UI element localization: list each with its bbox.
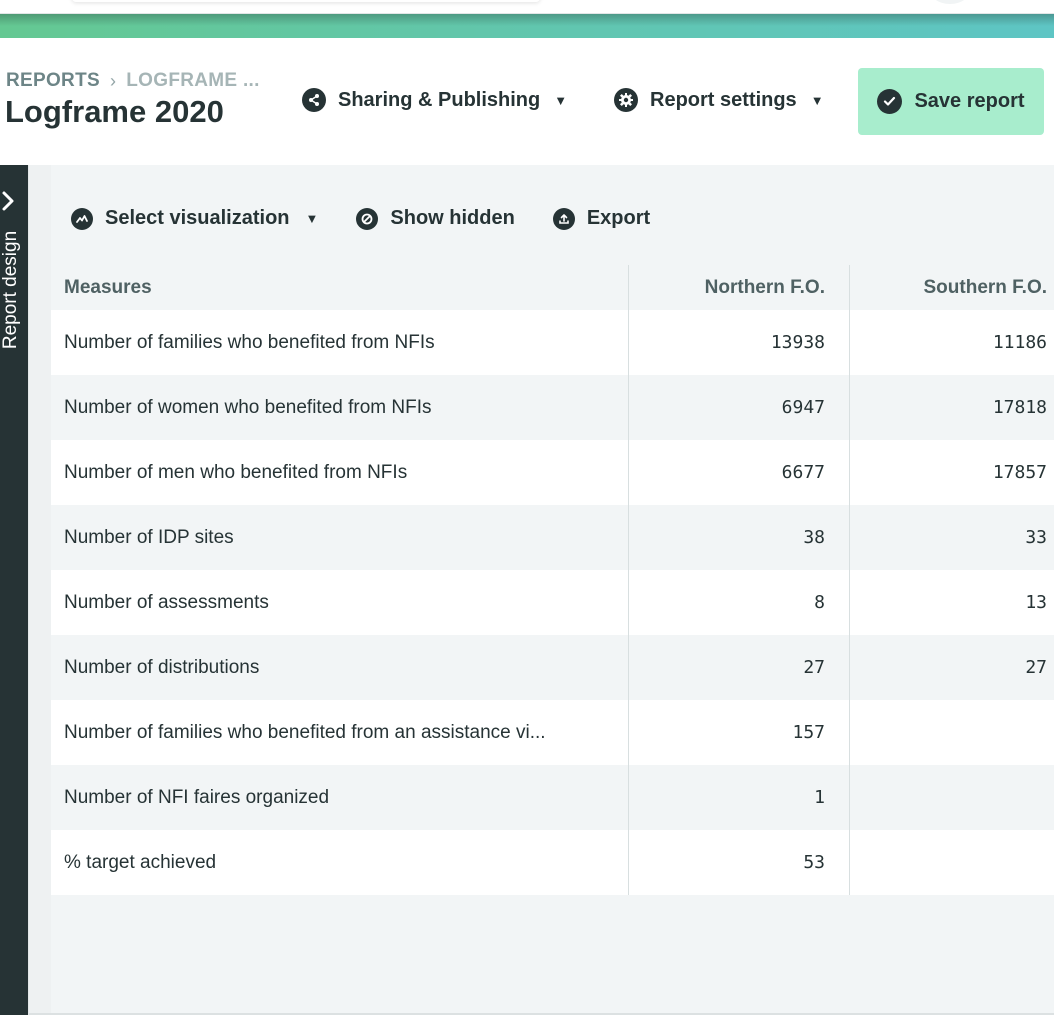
table-row: Number of distributions 27 27 [51, 635, 1054, 700]
northern-value-cell: 8 [628, 570, 849, 635]
southern-value-cell: 17818 [849, 375, 1054, 440]
sharing-publishing-label: Sharing & Publishing [338, 89, 540, 112]
select-visualization-dropdown[interactable]: Select visualization ▼ [71, 207, 318, 230]
report-header: REPORTS › LOGFRAME ... Logframe 2020 Sha… [0, 38, 1054, 165]
hidden-icon [356, 208, 378, 230]
measure-cell: Number of IDP sites [51, 505, 628, 570]
export-button[interactable]: Export [553, 207, 650, 230]
sharing-publishing-dropdown[interactable]: Sharing & Publishing ▼ [302, 88, 567, 112]
northern-value-cell: 157 [628, 700, 849, 765]
measure-cell: Number of distributions [51, 635, 628, 700]
column-header-measures[interactable]: Measures [64, 265, 152, 310]
table-body: Number of families who benefited from NF… [51, 310, 1054, 895]
report-toolbar: Select visualization ▼ Show hidden Expor… [71, 207, 688, 230]
table-row: Number of IDP sites 38 33 [51, 505, 1054, 570]
table-row: % target achieved 53 [51, 830, 1054, 895]
show-hidden-button[interactable]: Show hidden [356, 207, 514, 230]
southern-value-cell [849, 830, 1054, 895]
table-row: Number of assessments 8 13 [51, 570, 1054, 635]
table-row: Number of NFI faires organized 1 [51, 765, 1054, 830]
table-header: Measures Northern F.O. Southern F.O. [51, 265, 1054, 310]
export-icon [553, 208, 575, 230]
breadcrumb-current[interactable]: LOGFRAME ... [126, 70, 259, 92]
export-label: Export [587, 207, 650, 230]
show-hidden-label: Show hidden [390, 207, 514, 230]
northern-value-cell: 53 [628, 830, 849, 895]
chevron-right-icon [0, 189, 20, 213]
measure-cell: Number of men who benefited from NFIs [51, 440, 628, 505]
northern-value-cell: 38 [628, 505, 849, 570]
select-visualization-label: Select visualization [105, 207, 290, 230]
table-row: Number of women who benefited from NFIs … [51, 375, 1054, 440]
southern-value-cell [849, 765, 1054, 830]
measure-cell: % target achieved [51, 830, 628, 895]
user-avatar[interactable] [928, 0, 972, 4]
breadcrumb-reports-link[interactable]: REPORTS [6, 70, 100, 92]
southern-value-cell: 33 [849, 505, 1054, 570]
southern-value-cell: 13 [849, 570, 1054, 635]
measure-cell: Number of assessments [51, 570, 628, 635]
column-header-northern[interactable]: Northern F.O. [628, 265, 849, 310]
report-design-label: Report design [0, 230, 20, 350]
save-report-button[interactable]: Save report [858, 68, 1044, 135]
brand-gradient-bar [0, 14, 1054, 38]
table-row: Number of families who benefited from NF… [51, 310, 1054, 375]
content-edge [29, 165, 51, 1013]
column-header-southern[interactable]: Southern F.O. [849, 265, 1054, 310]
measure-cell: Number of NFI faires organized [51, 765, 628, 830]
northern-value-cell: 27 [628, 635, 849, 700]
northern-value-cell: 6677 [628, 440, 849, 505]
caret-down-icon: ▼ [306, 211, 319, 226]
top-app-bar [0, 0, 1054, 14]
report-design-panel-toggle[interactable]: Report design [0, 165, 28, 1015]
save-report-label: Save report [914, 90, 1024, 113]
breadcrumb: REPORTS › LOGFRAME ... [6, 70, 260, 92]
report-settings-label: Report settings [650, 89, 797, 112]
caret-down-icon: ▼ [554, 93, 567, 108]
share-icon [302, 88, 326, 112]
report-settings-dropdown[interactable]: Report settings ▼ [614, 88, 824, 112]
pivot-table: Measures Northern F.O. Southern F.O. Num… [51, 265, 1054, 895]
chart-line-icon [71, 208, 93, 230]
measure-cell: Number of women who benefited from NFIs [51, 375, 628, 440]
table-row: Number of men who benefited from NFIs 66… [51, 440, 1054, 505]
southern-value-cell [849, 700, 1054, 765]
northern-value-cell: 1 [628, 765, 849, 830]
southern-value-cell: 17857 [849, 440, 1054, 505]
report-content: Select visualization ▼ Show hidden Expor… [28, 165, 1054, 1015]
gear-icon [614, 88, 638, 112]
measure-cell: Number of families who benefited from NF… [51, 310, 628, 375]
northern-value-cell: 13938 [628, 310, 849, 375]
southern-value-cell: 27 [849, 635, 1054, 700]
page-title: Logframe 2020 [5, 94, 224, 130]
caret-down-icon: ▼ [811, 93, 824, 108]
southern-value-cell: 11186 [849, 310, 1054, 375]
measure-cell: Number of families who benefited from an… [51, 700, 628, 765]
breadcrumb-separator-icon: › [110, 71, 116, 92]
table-row: Number of families who benefited from an… [51, 700, 1054, 765]
northern-value-cell: 6947 [628, 375, 849, 440]
check-circle-icon [877, 89, 902, 114]
global-search-box[interactable] [72, 0, 540, 2]
